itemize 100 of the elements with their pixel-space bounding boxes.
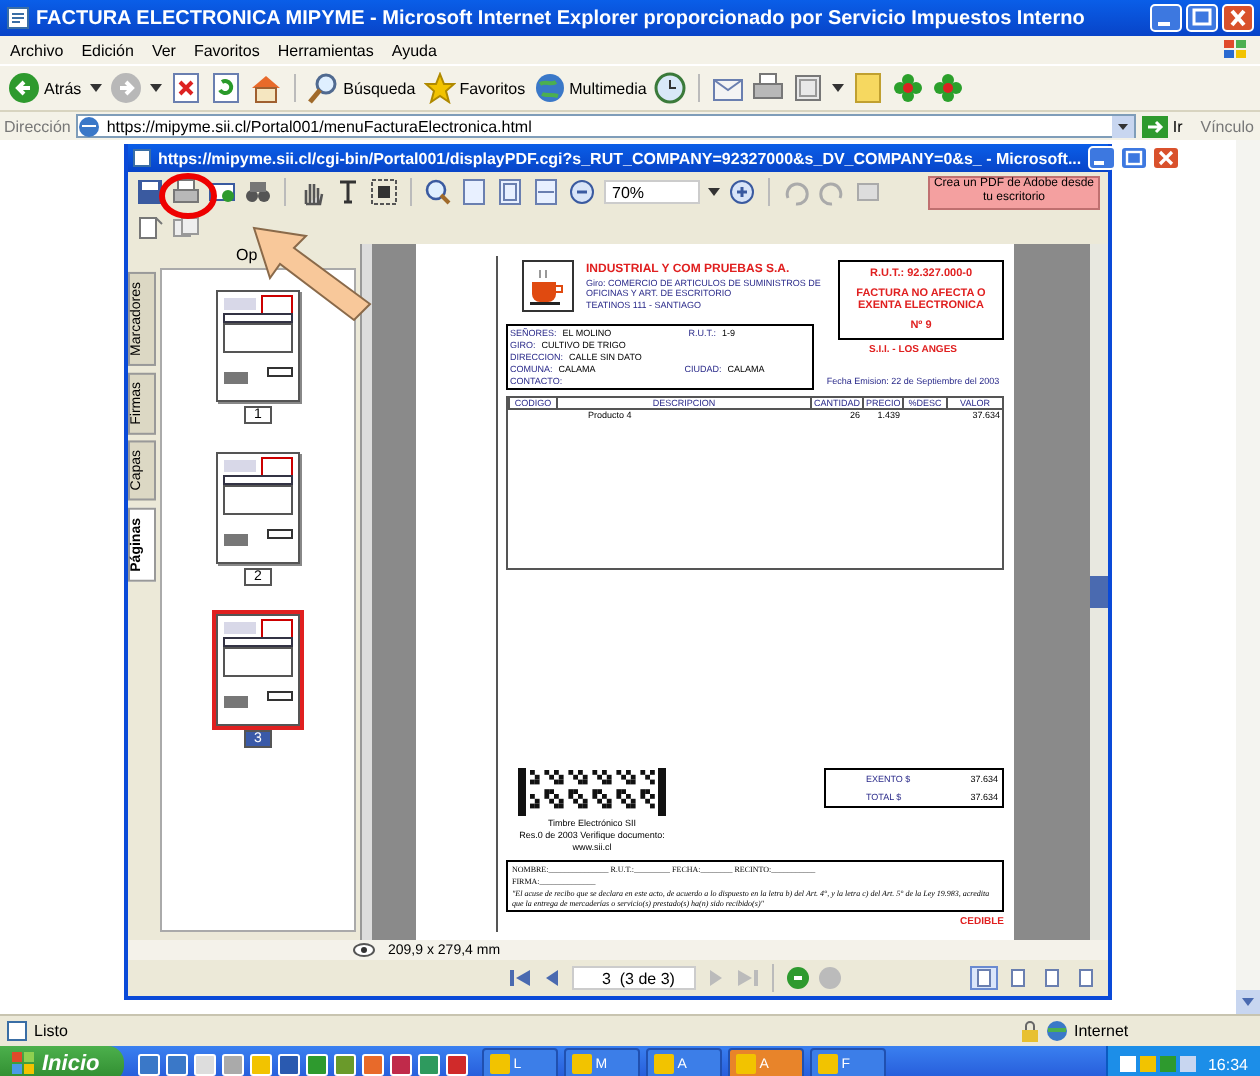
toolbar-button[interactable]: Atrás — [8, 72, 82, 104]
single-page-icon[interactable] — [970, 966, 998, 990]
clock: 16:34 — [1207, 1055, 1248, 1073]
globe-icon — [1046, 1020, 1068, 1042]
links-label[interactable]: Vínculo — [1200, 117, 1254, 135]
back-icon — [8, 72, 40, 104]
note-icon — [852, 72, 885, 104]
history-button[interactable] — [654, 72, 687, 104]
printer-icon — [752, 72, 785, 104]
stop-icon — [169, 72, 202, 104]
scroll-thumb[interactable] — [1090, 576, 1108, 608]
app-icon — [571, 1054, 592, 1074]
dropdown-caret-icon[interactable] — [708, 188, 720, 196]
minimize-icon[interactable] — [1087, 146, 1116, 170]
app-icon[interactable] — [165, 1053, 188, 1075]
window-title: FACTURA ELECTRONICA MIPYME - Microsoft Internet Explorer proporcionado por Servicio Impuestos Interno — [36, 7, 1087, 29]
maximize-icon[interactable] — [1186, 4, 1218, 32]
scrollbar[interactable] — [1090, 244, 1108, 940]
app-icon[interactable] — [137, 1053, 160, 1075]
app-icon — [735, 1054, 756, 1074]
app-icon[interactable] — [305, 1053, 328, 1075]
app-icon[interactable] — [445, 1053, 468, 1075]
go-button[interactable]: Ir — [1142, 115, 1183, 137]
toolbar-button[interactable]: Multimedia — [533, 72, 647, 104]
app-icon — [817, 1054, 838, 1074]
app-icon[interactable] — [389, 1053, 412, 1075]
page-preview-drawing — [216, 452, 300, 564]
tray-icons-drawing — [1119, 1054, 1200, 1074]
star-icon — [423, 72, 456, 104]
flower-button[interactable] — [932, 72, 965, 104]
app-icon — [489, 1054, 510, 1074]
page-preview-drawing — [216, 290, 300, 402]
edit-icon — [792, 72, 825, 104]
flower-button[interactable] — [892, 72, 925, 104]
menu-item[interactable]: Ayuda — [391, 41, 437, 59]
go-back-icon[interactable] — [786, 966, 810, 990]
stop-button[interactable] — [169, 72, 202, 104]
windows-logo-icon — [12, 1052, 36, 1076]
menu-item[interactable]: Archivo — [10, 41, 64, 59]
save-icon[interactable] — [136, 178, 164, 206]
fit-page-icon[interactable] — [496, 178, 524, 206]
pages-icon[interactable] — [172, 216, 200, 240]
eye-icon[interactable] — [352, 942, 376, 958]
edit-button[interactable] — [792, 72, 825, 104]
window-title: https://mipyme.sii.cl/cgi-bin/Portal001/displayPDF.cgi?s_RUT_COMPANY=92327000&s_DV_COMPANY=0&s_ - Microsoft... — [158, 149, 1082, 167]
app-icon[interactable] — [249, 1053, 272, 1075]
first-page-icon[interactable] — [508, 966, 532, 990]
app-icon[interactable] — [417, 1053, 440, 1075]
zoom-field[interactable]: 70% — [604, 180, 700, 204]
page-field[interactable]: 3 (3 de 3) — [572, 966, 696, 990]
address-label: Dirección — [4, 117, 71, 135]
home-icon — [249, 72, 282, 104]
flower-icon — [932, 72, 965, 104]
dropdown-caret-icon[interactable] — [89, 84, 102, 92]
print-button[interactable] — [752, 72, 785, 104]
refresh-icon — [209, 72, 242, 104]
toolbar-button[interactable]: Favoritos — [423, 72, 526, 104]
printer-icon[interactable] — [172, 178, 200, 206]
minimize-icon[interactable] — [1150, 4, 1182, 32]
home-button[interactable] — [249, 72, 282, 104]
globe-icon — [533, 72, 566, 104]
actual-size-icon[interactable] — [460, 178, 488, 206]
panel-header: Op — [234, 244, 260, 268]
text-select-icon[interactable] — [334, 178, 362, 206]
binoculars-icon[interactable] — [244, 178, 272, 206]
maximize-icon[interactable] — [1119, 146, 1148, 170]
app-icon[interactable] — [361, 1053, 384, 1075]
search-icon — [307, 72, 340, 104]
close-icon[interactable] — [1222, 4, 1254, 32]
scrollbar[interactable] — [1236, 140, 1260, 1014]
menu-item[interactable]: Herramientas — [277, 41, 374, 59]
coffee-cup-logo-icon — [522, 260, 574, 312]
page-preview-drawing — [216, 614, 300, 726]
close-icon[interactable] — [1151, 146, 1180, 170]
app-icon[interactable] — [333, 1053, 356, 1075]
app-icon — [653, 1054, 674, 1074]
app-icon[interactable] — [221, 1053, 244, 1075]
lock-icon — [1020, 1020, 1040, 1042]
menu-item[interactable]: Edición — [81, 41, 134, 59]
dropdown-caret-icon[interactable] — [149, 84, 162, 92]
highlight-circle — [158, 172, 218, 220]
new-page-icon[interactable] — [136, 216, 164, 240]
status-text: Listo — [34, 1022, 70, 1040]
app-icon[interactable] — [277, 1053, 300, 1075]
dropdown-caret-icon[interactable] — [832, 84, 845, 92]
refresh-button[interactable] — [209, 72, 242, 104]
clock-icon — [654, 72, 687, 104]
toolbar-button[interactable]: Búsqueda — [307, 72, 416, 104]
fit-width-icon[interactable] — [532, 178, 560, 206]
zoom-in-icon[interactable] — [728, 178, 756, 206]
snapshot-icon[interactable] — [370, 178, 398, 206]
windows-logo-icon — [1222, 38, 1250, 62]
zoom-out-icon[interactable] — [568, 178, 596, 206]
menu-item[interactable]: Favoritos — [193, 41, 260, 59]
scroll-down-icon — [1236, 990, 1260, 1014]
address-field[interactable]: https://mipyme.sii.cl/Portal001/menuFacturaElectronica.html — [76, 114, 1137, 138]
menu-item[interactable]: Ver — [151, 41, 176, 59]
zoom-in-icon[interactable] — [424, 178, 452, 206]
flower-icon — [892, 72, 925, 104]
app-icon[interactable] — [193, 1053, 216, 1075]
